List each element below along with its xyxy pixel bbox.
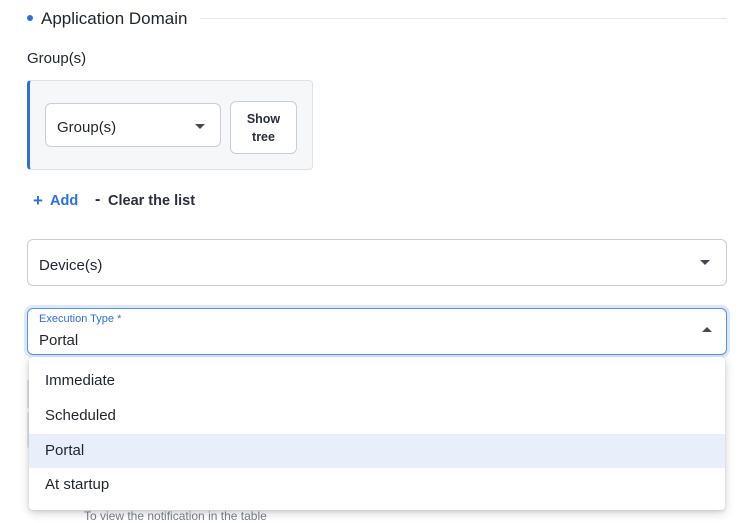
chevron-up-icon[interactable] [702, 327, 712, 332]
chevron-down-icon [700, 260, 710, 265]
section-title: Application Domain [41, 9, 188, 28]
devices-select-placeholder: Device(s) [39, 257, 103, 274]
chevron-down-icon [195, 124, 205, 129]
clear-list-button[interactable]: Clear the list [108, 193, 195, 209]
add-button[interactable]: Add [50, 193, 78, 209]
menu-option-scheduled[interactable]: Scheduled [29, 399, 725, 433]
execution-type-select[interactable] [27, 308, 727, 355]
devices-select[interactable] [27, 239, 727, 286]
notification-hint-text: To view the notification in the table [84, 509, 267, 523]
groups-label: Group(s) [27, 50, 87, 67]
show-tree-label-line1: Show [246, 112, 281, 126]
section-divider [200, 18, 727, 19]
menu-option-immediate[interactable]: Immediate [29, 364, 725, 398]
minus-icon[interactable]: - [95, 191, 100, 209]
plus-icon[interactable]: + [33, 191, 43, 211]
menu-option-portal[interactable]: Portal [29, 434, 725, 468]
menu-option-at-startup[interactable]: At startup [29, 468, 725, 502]
show-tree-button[interactable]: Show tree [230, 101, 297, 154]
show-tree-label-line2: tree [252, 130, 275, 144]
section-bullet [27, 15, 33, 21]
execution-type-value: Portal [39, 332, 79, 349]
execution-type-menu: Immediate Scheduled Portal At startup [29, 357, 725, 510]
execution-type-label: Execution Type * [39, 313, 122, 325]
groups-select-placeholder: Group(s) [57, 119, 117, 136]
